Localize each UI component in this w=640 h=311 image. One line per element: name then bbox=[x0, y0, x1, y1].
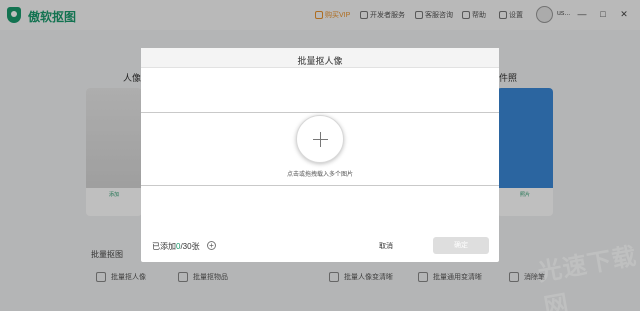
confirm-button[interactable]: 确定 bbox=[433, 237, 489, 254]
dialog-header: 批量抠人像 bbox=[141, 48, 499, 68]
cancel-button[interactable]: 取消 bbox=[379, 241, 393, 251]
added-suffix: /30张 bbox=[180, 242, 200, 251]
batch-portrait-dialog: 批量抠人像 点击或拖拽载入多个图片 已添加0/30张 + 取消 确定 bbox=[141, 48, 499, 262]
drop-hint-text: 点击或拖拽载入多个图片 bbox=[286, 172, 353, 178]
image-drop-zone[interactable]: 点击或拖拽载入多个图片 bbox=[141, 112, 499, 186]
add-image-icon[interactable] bbox=[296, 115, 344, 163]
dialog-title: 批量抠人像 bbox=[297, 56, 343, 66]
added-prefix: 已添加 bbox=[152, 242, 176, 251]
add-more-icon[interactable]: + bbox=[207, 241, 216, 250]
added-count: 已添加0/30张 bbox=[152, 241, 200, 252]
